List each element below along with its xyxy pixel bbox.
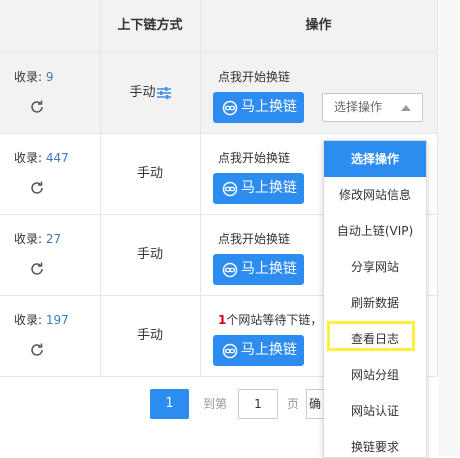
chain-icon bbox=[222, 343, 238, 359]
chain-icon bbox=[222, 100, 238, 116]
hint-text: 点我开始换链 bbox=[218, 70, 291, 84]
change-link-button[interactable]: 马上换链 bbox=[213, 173, 304, 204]
change-link-label: 马上换链 bbox=[241, 261, 297, 277]
refresh-icon[interactable] bbox=[29, 342, 45, 358]
menu-item-edit-site-info[interactable]: 修改网站信息 bbox=[324, 177, 426, 213]
menu-item-link-requirements[interactable]: 换链要求 bbox=[324, 429, 426, 457]
goto-page-input[interactable]: 1 bbox=[238, 389, 278, 419]
chain-icon bbox=[222, 181, 238, 197]
mode-text: 手动 bbox=[136, 247, 163, 262]
refresh-icon[interactable] bbox=[29, 261, 45, 277]
mode-cell: 手动 bbox=[100, 215, 200, 295]
column-divider bbox=[100, 0, 101, 376]
table-row: 收录: 9 手动 点我开始换链 马上换链 选择操作 bbox=[0, 53, 437, 134]
menu-item-auto-link-vip[interactable]: 自动上链(VIP) bbox=[324, 213, 426, 249]
shoulu-count: 收录: 447 bbox=[14, 149, 69, 166]
mode-cell: 手动 bbox=[100, 134, 200, 214]
operation-select-value: 选择操作 bbox=[334, 100, 383, 114]
column-divider bbox=[200, 0, 201, 376]
change-link-button[interactable]: 马上换链 bbox=[213, 335, 304, 366]
shoulu-label: 收录: bbox=[14, 70, 43, 84]
mode-cell: 手动 bbox=[100, 296, 200, 376]
menu-item-site-group[interactable]: 网站分组 bbox=[324, 357, 426, 393]
shoulu-label: 收录: bbox=[14, 151, 43, 165]
hint-text: 点我开始换链 bbox=[218, 232, 291, 246]
page-label: 页 bbox=[287, 397, 300, 411]
change-link-button[interactable]: 马上换链 bbox=[213, 92, 304, 123]
shoulu-count: 收录: 9 bbox=[14, 68, 54, 85]
page: 上下链方式 操作 收录: 9 手动 点我开始换链 马上换链 选择操作 收录: 4… bbox=[0, 0, 460, 458]
shoulu-value[interactable]: 27 bbox=[46, 232, 61, 246]
page-current-button[interactable]: 1 bbox=[150, 389, 189, 419]
goto-label: 到第 bbox=[203, 397, 228, 411]
menu-item-select-operation[interactable]: 选择操作 bbox=[324, 141, 426, 177]
change-link-label: 马上换链 bbox=[241, 180, 297, 196]
shoulu-label: 收录: bbox=[14, 232, 43, 246]
menu-item-share-site[interactable]: 分享网站 bbox=[324, 249, 426, 285]
hint-text: 1个网站等待下链， bbox=[218, 311, 322, 328]
waiting-text: 个网站等待下链， bbox=[226, 313, 323, 327]
sliders-icon[interactable] bbox=[156, 86, 171, 99]
change-link-label: 马上换链 bbox=[241, 99, 297, 115]
shoulu-value[interactable]: 9 bbox=[46, 70, 54, 84]
chain-icon bbox=[222, 262, 238, 278]
refresh-icon[interactable] bbox=[29, 180, 45, 196]
shoulu-value[interactable]: 447 bbox=[46, 151, 69, 165]
right-gutter bbox=[438, 0, 460, 456]
column-header-operations: 操作 bbox=[305, 18, 332, 33]
mode-text: 手动 bbox=[136, 328, 163, 343]
shoulu-count: 收录: 27 bbox=[14, 230, 61, 247]
table-header: 上下链方式 操作 bbox=[0, 0, 437, 53]
highlight-box bbox=[327, 321, 415, 351]
operation-dropdown-menu: 选择操作 修改网站信息 自动上链(VIP) 分享网站 刷新数据 查看日志 网站分… bbox=[323, 140, 427, 458]
mode-cell: 手动 bbox=[100, 53, 200, 133]
operation-select[interactable]: 选择操作 bbox=[322, 93, 423, 122]
shoulu-value[interactable]: 197 bbox=[46, 313, 69, 327]
mode-text: 手动 bbox=[136, 166, 163, 181]
change-link-button[interactable]: 马上换链 bbox=[213, 254, 304, 285]
shoulu-label: 收录: bbox=[14, 313, 43, 327]
menu-item-refresh-data[interactable]: 刷新数据 bbox=[324, 285, 426, 321]
mode-text: 手动 bbox=[129, 85, 156, 100]
refresh-icon[interactable] bbox=[29, 99, 45, 115]
hint-text: 点我开始换链 bbox=[218, 151, 291, 165]
caret-up-icon bbox=[401, 105, 411, 111]
change-link-label: 马上换链 bbox=[241, 342, 297, 358]
menu-item-site-verify[interactable]: 网站认证 bbox=[324, 393, 426, 429]
shoulu-count: 收录: 197 bbox=[14, 311, 69, 328]
column-header-mode: 上下链方式 bbox=[117, 18, 183, 33]
